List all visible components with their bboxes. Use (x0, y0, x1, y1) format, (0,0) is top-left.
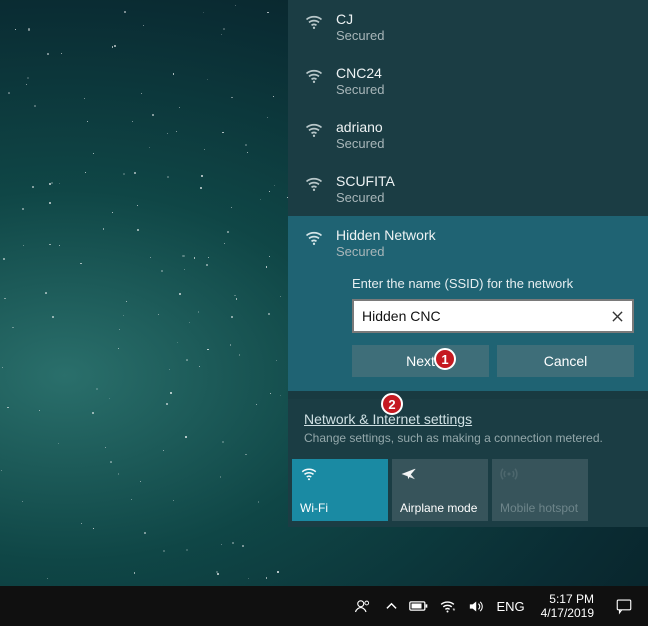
wifi-icon (304, 174, 324, 194)
battery-icon[interactable] (406, 586, 432, 626)
network-list: CJ Secured CNC24 Secured adriano Secured (288, 0, 648, 391)
wifi-icon (304, 120, 324, 140)
network-status: Secured (336, 28, 384, 44)
wifi-icon (304, 228, 324, 248)
hidden-network-panel: Enter the name (SSID) for the network Ne… (288, 266, 648, 391)
airplane-tile[interactable]: Airplane mode (392, 459, 488, 521)
tile-label: Mobile hotspot (500, 501, 580, 515)
network-status: Secured (336, 244, 436, 260)
wifi-tile[interactable]: Wi-Fi (292, 459, 388, 521)
network-name: adriano (336, 118, 384, 136)
ssid-prompt: Enter the name (SSID) for the network (352, 276, 634, 291)
clock-time: 5:17 PM (541, 592, 594, 606)
quick-toggles: Wi-Fi Airplane mode Mobile hotspot (288, 453, 648, 527)
settings-subtext: Change settings, such as making a connec… (304, 431, 632, 445)
tile-label: Wi-Fi (300, 501, 380, 515)
network-flyout: CJ Secured CNC24 Secured adriano Secured (288, 0, 648, 586)
hotspot-tile: Mobile hotspot (492, 459, 588, 521)
network-status: Secured (336, 190, 395, 206)
wifi-icon (300, 465, 318, 483)
ssid-input[interactable] (354, 301, 632, 331)
next-button[interactable]: Next (352, 345, 489, 377)
network-name: CNC24 (336, 64, 384, 82)
annotation-badge-1: 1 (434, 348, 456, 370)
wifi-icon (304, 12, 324, 32)
button-row: Next Cancel (352, 345, 634, 377)
settings-section: Network & Internet settings Change setti… (288, 399, 648, 453)
network-name: CJ (336, 10, 384, 28)
language-indicator[interactable]: ENG (490, 586, 530, 626)
network-status: Secured (336, 82, 384, 98)
network-item[interactable]: CJ Secured (288, 0, 648, 54)
taskbar: * ENG 5:17 PM 4/17/2019 (0, 586, 648, 626)
people-icon[interactable] (350, 586, 376, 626)
network-item[interactable]: adriano Secured (288, 108, 648, 162)
action-center-icon[interactable] (604, 586, 644, 626)
tile-label: Airplane mode (400, 501, 480, 515)
clock[interactable]: 5:17 PM 4/17/2019 (533, 592, 602, 620)
cancel-button[interactable]: Cancel (497, 345, 634, 377)
clock-date: 4/17/2019 (541, 606, 594, 620)
wifi-icon (304, 66, 324, 86)
wifi-tray-icon[interactable]: * (434, 586, 460, 626)
tray-overflow-icon[interactable] (378, 586, 404, 626)
airplane-icon (400, 465, 418, 483)
system-tray: * ENG 5:17 PM 4/17/2019 (350, 586, 644, 626)
network-status: Secured (336, 136, 384, 152)
clear-input-icon[interactable] (608, 307, 626, 325)
divider (288, 391, 648, 399)
network-item[interactable]: CNC24 Secured (288, 54, 648, 108)
network-name: SCUFITA (336, 172, 395, 190)
volume-icon[interactable] (462, 586, 488, 626)
network-item[interactable]: SCUFITA Secured (288, 162, 648, 216)
ssid-input-wrapper (352, 299, 634, 333)
hotspot-icon (500, 465, 518, 483)
svg-text:*: * (452, 606, 455, 614)
annotation-badge-2: 2 (381, 393, 403, 415)
network-item-hidden[interactable]: Hidden Network Secured (288, 216, 648, 266)
network-name: Hidden Network (336, 226, 436, 244)
